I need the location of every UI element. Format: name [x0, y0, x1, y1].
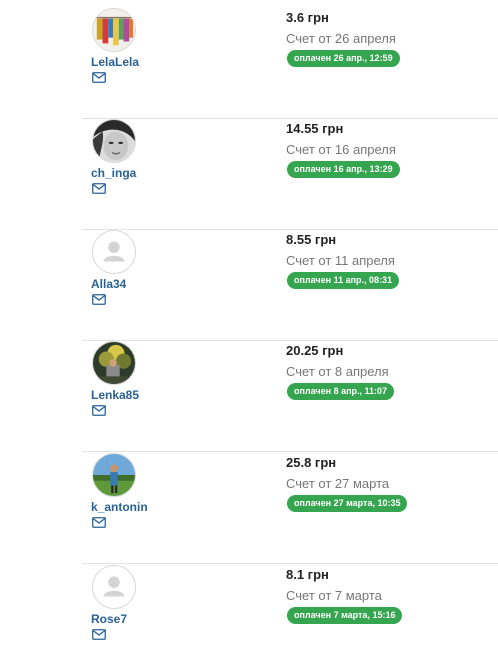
row-divider [82, 451, 498, 452]
status-badge: оплачен 7 марта, 15:16 [287, 607, 403, 624]
face-photo-icon [93, 120, 135, 162]
envelope-icon[interactable] [92, 294, 106, 305]
username-link[interactable]: k_antonin [91, 500, 148, 514]
tree-photo-icon [93, 342, 135, 384]
person-field-photo-icon [93, 454, 135, 496]
payment-amount: 3.6 грн [286, 10, 329, 25]
envelope-icon[interactable] [92, 183, 106, 194]
invoice-date: Счет от 7 марта [286, 588, 382, 603]
username-link[interactable]: LelaLela [91, 55, 139, 69]
username-link[interactable]: Alla34 [91, 277, 126, 291]
username-link[interactable]: ch_inga [91, 166, 136, 180]
username-link[interactable]: Rose7 [91, 612, 127, 626]
avatar[interactable] [92, 453, 136, 497]
invoice-date: Счет от 27 марта [286, 476, 390, 491]
payment-row: Alla34 8.55 грн Счет от 11 апреля оплаче… [82, 230, 498, 341]
payment-amount: 25.8 грн [286, 455, 337, 470]
status-badge: оплачен 16 апр., 13:29 [287, 161, 400, 178]
invoice-date: Счет от 8 апреля [286, 364, 389, 379]
avatar[interactable] [92, 8, 136, 52]
status-badge: оплачен 11 апр., 08:31 [287, 272, 400, 289]
avatar[interactable] [92, 565, 136, 609]
username-link[interactable]: Lenka85 [91, 388, 139, 402]
payment-row: k_antonin 25.8 грн Счет от 27 марта опла… [82, 453, 498, 564]
payment-row: Lenka85 20.25 грн Счет от 8 апреля оплач… [82, 341, 498, 452]
invoice-date: Счет от 11 апреля [286, 253, 395, 268]
payment-amount: 8.1 грн [286, 567, 329, 582]
envelope-icon[interactable] [92, 629, 106, 640]
status-badge: оплачен 8 апр., 11:07 [287, 383, 395, 400]
avatar[interactable] [92, 341, 136, 385]
envelope-icon[interactable] [92, 72, 106, 83]
payment-amount: 8.55 грн [286, 232, 337, 247]
envelope-icon[interactable] [92, 517, 106, 528]
default-user-icon [93, 566, 135, 608]
row-divider [82, 563, 498, 564]
payment-row: LelaLela 3.6 грн Счет от 26 апреля оплач… [82, 8, 498, 119]
envelope-icon[interactable] [92, 405, 106, 416]
clothes-photo-icon [93, 9, 135, 51]
status-badge: оплачен 26 апр., 12:59 [287, 50, 400, 67]
payment-amount: 14.55 грн [286, 121, 344, 136]
invoice-date: Счет от 26 апреля [286, 31, 396, 46]
payments-list: LelaLela 3.6 грн Счет от 26 апреля оплач… [0, 0, 498, 650]
status-badge: оплачен 27 марта, 10:35 [287, 495, 408, 512]
payment-row: ch_inga 14.55 грн Счет от 16 апреля опла… [82, 119, 498, 230]
invoice-date: Счет от 16 апреля [286, 142, 396, 157]
payment-amount: 20.25 грн [286, 343, 344, 358]
avatar[interactable] [92, 119, 136, 163]
default-user-icon [93, 231, 135, 273]
avatar[interactable] [92, 230, 136, 274]
payment-row: Rose7 8.1 грн Счет от 7 марта оплачен 7 … [82, 565, 498, 650]
